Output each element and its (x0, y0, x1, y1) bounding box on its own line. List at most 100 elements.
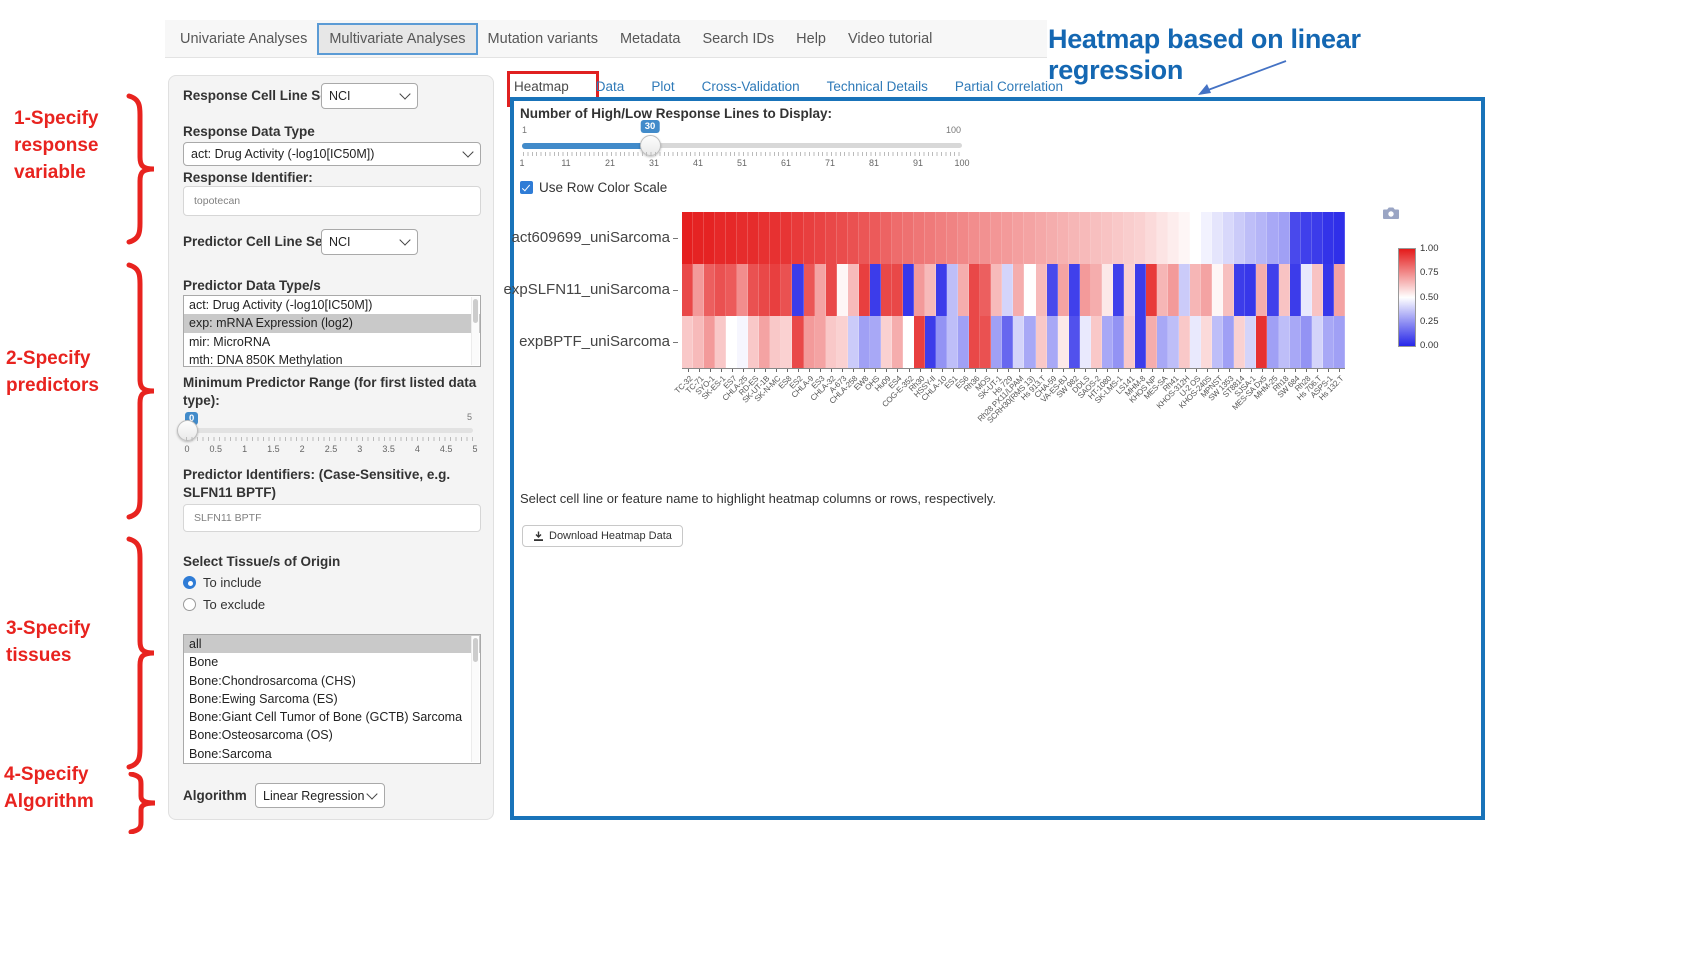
heatmap-cell[interactable] (704, 212, 715, 264)
heatmap-cell[interactable] (792, 212, 803, 264)
heatmap-cell[interactable] (1301, 212, 1312, 264)
heatmap-cell[interactable] (870, 316, 881, 368)
camera-download-icon[interactable] (1382, 206, 1400, 220)
heatmap-cell[interactable] (770, 212, 781, 264)
heatmap-cell[interactable] (1256, 316, 1267, 368)
heatmap-cell[interactable] (1290, 316, 1301, 368)
predictor-data-type-option[interactable]: exp: mRNA Expression (log2) (184, 314, 480, 332)
tissue-option[interactable]: Bone (184, 653, 480, 671)
heatmap-cell[interactable] (1036, 316, 1047, 368)
predictor-identifiers-input[interactable]: SLFN11 BPTF (183, 504, 481, 532)
heatmap-cell[interactable] (1168, 212, 1179, 264)
heatmap-cell[interactable] (1091, 316, 1102, 368)
heatmap-cell[interactable] (1047, 264, 1058, 316)
heatmap-cell[interactable] (1135, 316, 1146, 368)
heatmap-cell[interactable] (1124, 316, 1135, 368)
heatmap-cell[interactable] (1212, 316, 1223, 368)
heatmap-cell[interactable] (1036, 212, 1047, 264)
heatmap-row-label[interactable]: expBPTF_uniSarcoma (519, 333, 670, 350)
heatmap-cell[interactable] (980, 316, 991, 368)
nav-tab-search-ids[interactable]: Search IDs (691, 24, 785, 54)
heatmap-cell[interactable] (903, 264, 914, 316)
nav-tab-help[interactable]: Help (785, 24, 837, 54)
heatmap-cell[interactable] (859, 264, 870, 316)
heatmap-cell[interactable] (1036, 264, 1047, 316)
heatmap-cell[interactable] (848, 264, 859, 316)
heatmap-cell[interactable] (1234, 212, 1245, 264)
heatmap-cell[interactable] (1190, 264, 1201, 316)
heatmap-cell[interactable] (1245, 212, 1256, 264)
heatmap-cell[interactable] (693, 264, 704, 316)
nav-tab-mutation-variants[interactable]: Mutation variants (477, 24, 609, 54)
heatmap-cell[interactable] (1080, 212, 1091, 264)
heatmap-cell[interactable] (1290, 264, 1301, 316)
heatmap-cell[interactable] (1102, 264, 1113, 316)
tissue-include-label[interactable]: To include (203, 575, 262, 590)
heatmap-cell[interactable] (1190, 212, 1201, 264)
heatmap-cell[interactable] (715, 264, 726, 316)
heatmap-cell[interactable] (1146, 212, 1157, 264)
heatmap-row-label[interactable]: expSLFN11_uniSarcoma (504, 281, 670, 298)
download-heatmap-data-button[interactable]: Download Heatmap Data (522, 525, 683, 547)
heatmap-cell[interactable] (1113, 212, 1124, 264)
heatmap-cell[interactable] (737, 316, 748, 368)
heatmap-cell[interactable] (682, 264, 693, 316)
heatmap-cell[interactable] (1301, 264, 1312, 316)
heatmap-cell[interactable] (1157, 316, 1168, 368)
heatmap-cell[interactable] (1058, 316, 1069, 368)
heatmap-cell[interactable] (1334, 212, 1345, 264)
heatmap-cell[interactable] (815, 316, 826, 368)
heatmap-cell[interactable] (1135, 212, 1146, 264)
heatmap-cell[interactable] (1124, 212, 1135, 264)
predictor-data-type-option[interactable]: mir: MicroRNA (184, 333, 480, 351)
min-range-slider-track[interactable] (185, 428, 473, 433)
heatmap-cell[interactable] (1312, 264, 1323, 316)
tissue-option[interactable]: Bone:Giant Cell Tumor of Bone (GCTB) Sar… (184, 708, 480, 726)
heatmap-cell[interactable] (726, 264, 737, 316)
heatmap-cell[interactable] (925, 316, 936, 368)
heatmap-cell[interactable] (1124, 264, 1135, 316)
heatmap-cell[interactable] (770, 316, 781, 368)
heatmap-cell[interactable] (947, 316, 958, 368)
heatmap-cell[interactable] (881, 212, 892, 264)
heatmap-cell[interactable] (1323, 316, 1334, 368)
heatmap-cell[interactable] (969, 264, 980, 316)
heatmap-cell[interactable] (1058, 264, 1069, 316)
heatmap-cell[interactable] (1168, 264, 1179, 316)
heatmap-cell[interactable] (1002, 212, 1013, 264)
heatmap-cell[interactable] (1334, 264, 1345, 316)
predictor-data-type-option[interactable]: mth: DNA 850K Methylation (184, 351, 480, 367)
heatmap-cell[interactable] (781, 212, 792, 264)
heatmap-cell[interactable] (792, 316, 803, 368)
heatmap-cell[interactable] (914, 316, 925, 368)
heatmap-cell[interactable] (1312, 316, 1323, 368)
heatmap-cell[interactable] (1113, 316, 1124, 368)
row-color-scale-label[interactable]: Use Row Color Scale (539, 180, 667, 195)
heatmap-cell[interactable] (969, 212, 980, 264)
heatmap-cell[interactable] (693, 316, 704, 368)
heatmap-cell[interactable] (1013, 212, 1024, 264)
heatmap-cell[interactable] (737, 264, 748, 316)
heatmap-cell[interactable] (1013, 264, 1024, 316)
tissue-exclude-label[interactable]: To exclude (203, 597, 265, 612)
heatmap-cell[interactable] (1091, 264, 1102, 316)
heatmap-cell[interactable] (704, 264, 715, 316)
heatmap-cell[interactable] (958, 212, 969, 264)
heatmap-cell[interactable] (1102, 212, 1113, 264)
nav-tab-metadata[interactable]: Metadata (609, 24, 691, 54)
heatmap-cell[interactable] (969, 316, 980, 368)
heatmap-cell[interactable] (759, 264, 770, 316)
heatmap-cell[interactable] (1256, 212, 1267, 264)
response-identifier-input[interactable]: topotecan (183, 186, 481, 216)
tab-technical-details[interactable]: Technical Details (827, 79, 928, 94)
tab-cross-validation[interactable]: Cross-Validation (702, 79, 800, 94)
heatmap-cell[interactable] (1334, 316, 1345, 368)
heatmap-cell[interactable] (726, 316, 737, 368)
heatmap-cell[interactable] (892, 212, 903, 264)
heatmap-cell[interactable] (1157, 264, 1168, 316)
heatmap-cell[interactable] (1102, 316, 1113, 368)
heatmap-cell[interactable] (991, 212, 1002, 264)
heatmap-cell[interactable] (991, 316, 1002, 368)
tissue-option[interactable]: Bone:Sarcoma (184, 745, 480, 763)
heatmap-cell[interactable] (781, 264, 792, 316)
